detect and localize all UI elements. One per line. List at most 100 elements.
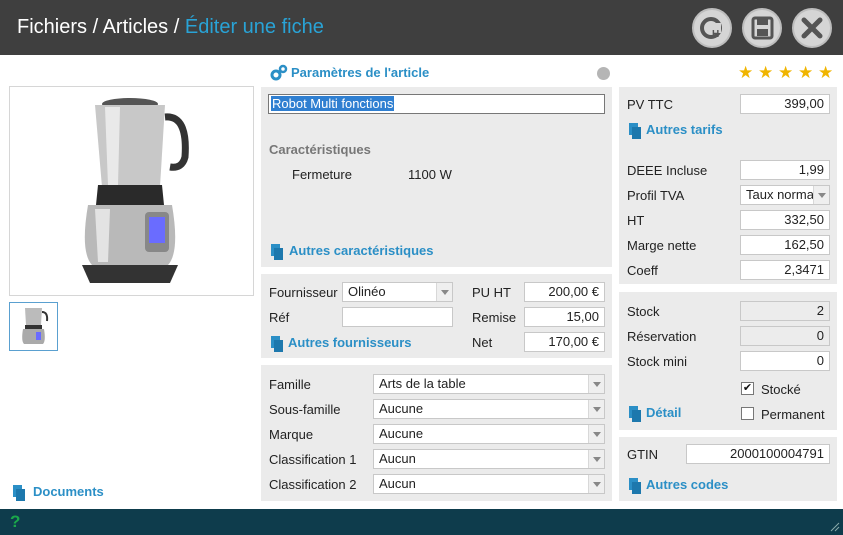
chevron-down-icon (588, 475, 604, 493)
thumbnail[interactable] (9, 302, 58, 351)
chevron-down-icon (436, 283, 452, 301)
sousfamille-value: Aucune (379, 401, 424, 416)
product-name-value: Robot Multi fonctions (271, 96, 395, 111)
status-dot (597, 67, 610, 80)
reservation-label: Réservation (627, 329, 697, 344)
svg-text:H: H (712, 29, 719, 40)
more-tarifs-icon (629, 123, 641, 139)
coeff-label: Coeff (627, 263, 658, 278)
marge-label: Marge nette (627, 238, 697, 253)
chevron-down-icon (588, 425, 604, 443)
remise-field[interactable]: 15,00 (524, 307, 605, 327)
resize-grip-icon[interactable] (830, 522, 840, 532)
detail-link[interactable]: Détail (646, 405, 681, 420)
product-image-frame (9, 86, 254, 296)
close-icon (801, 17, 823, 39)
title-bar: Fichiers / Articles / Éditer une fiche H (0, 0, 843, 55)
stocke-checkbox[interactable]: ✔ (741, 382, 754, 395)
documents-link[interactable]: Documents (33, 484, 104, 499)
sousfamille-select[interactable]: Aucune (373, 399, 605, 419)
coeff-field[interactable]: 2,3471 (740, 260, 830, 280)
thumbnail-image (22, 308, 49, 344)
more-suppliers-link[interactable]: Autres fournisseurs (288, 335, 412, 350)
net-label: Net (472, 335, 493, 350)
tva-label: Profil TVA (627, 188, 685, 203)
marque-label: Marque (269, 427, 314, 442)
more-characteristics-icon (271, 244, 283, 260)
marge-field[interactable]: 162,50 (740, 235, 830, 255)
permanent-label: Permanent (761, 407, 825, 422)
class2-label: Classification 2 (269, 477, 357, 492)
supplier-value: Olinéo (348, 284, 386, 299)
reservation-field: 0 (740, 326, 830, 346)
help-icon[interactable]: ? (10, 512, 20, 532)
star-icon[interactable]: ★ (738, 64, 753, 81)
supplier-select[interactable]: Olinéo (342, 282, 453, 302)
gtin-label: GTIN (627, 447, 659, 462)
chevron-down-icon (588, 400, 604, 418)
more-suppliers-icon (271, 336, 283, 352)
chevron-down-icon (588, 375, 604, 393)
star-icon[interactable]: ★ (778, 64, 793, 81)
stock-field: 2 (740, 301, 830, 321)
product-image (82, 98, 189, 283)
more-codes-icon (629, 478, 641, 494)
characteristic-value: 1100 W (408, 167, 452, 182)
supplier-label: Fournisseur (269, 285, 338, 300)
pvttc-field[interactable]: 399,00 (740, 94, 830, 114)
class2-select[interactable]: Aucun (373, 474, 605, 494)
tva-value: Taux normal (746, 187, 817, 202)
ref-label: Réf (269, 310, 290, 325)
ref-field[interactable] (342, 307, 453, 327)
deee-label: DEEE Incluse (627, 163, 708, 178)
marque-value: Aucune (379, 426, 424, 441)
famille-value: Arts de la table (379, 376, 466, 391)
chevron-down-icon (588, 450, 604, 468)
stock-mini-field[interactable]: 0 (740, 351, 830, 371)
gtin-field[interactable]: 2000100004791 (686, 444, 830, 464)
stocke-label: Stocké (761, 382, 801, 397)
deee-field[interactable]: 1,99 (740, 160, 830, 180)
class1-select[interactable]: Aucun (373, 449, 605, 469)
ht-label: HT (627, 213, 645, 228)
puht-field[interactable]: 200,00 € (524, 282, 605, 302)
breadcrumb-separator: / (173, 16, 180, 38)
star-icon[interactable]: ★ (758, 64, 773, 81)
save-button[interactable] (742, 8, 782, 48)
chevron-down-icon (813, 186, 829, 204)
marque-select[interactable]: Aucune (373, 424, 605, 444)
puht-label: PU HT (472, 285, 511, 300)
sousfamille-label: Sous-famille (269, 402, 341, 417)
documents-icon (13, 485, 25, 501)
ht-field[interactable]: 332,50 (740, 210, 830, 230)
history-button[interactable]: H (692, 8, 732, 48)
famille-label: Famille (269, 377, 311, 392)
permanent-checkbox[interactable] (741, 407, 754, 420)
close-button[interactable] (792, 8, 832, 48)
gears-icon (270, 64, 288, 81)
more-codes-link[interactable]: Autres codes (646, 477, 728, 492)
breadcrumb-current: Éditer une fiche (184, 16, 324, 38)
product-name-input[interactable]: Robot Multi fonctions (268, 94, 605, 114)
tva-select[interactable]: Taux normal (740, 185, 830, 205)
class2-value: Aucun (379, 476, 416, 491)
status-bar: ? (0, 509, 843, 535)
class1-label: Classification 1 (269, 452, 357, 467)
stock-mini-label: Stock mini (627, 354, 687, 369)
pvttc-label: PV TTC (627, 97, 673, 112)
more-tarifs-link[interactable]: Autres tarifs (646, 122, 723, 137)
detail-icon (629, 406, 641, 422)
characteristic-label: Fermeture (292, 167, 352, 182)
more-characteristics-link[interactable]: Autres caractéristiques (289, 243, 434, 258)
star-icon[interactable]: ★ (818, 64, 833, 81)
class1-value: Aucun (379, 451, 416, 466)
breadcrumb-separator: / (92, 16, 99, 38)
star-icon[interactable]: ★ (798, 64, 813, 81)
breadcrumb-articles[interactable]: Articles (103, 16, 169, 38)
params-title: Paramètres de l'article (291, 65, 430, 80)
remise-label: Remise (472, 310, 517, 325)
net-field[interactable]: 170,00 € (524, 332, 605, 352)
famille-select[interactable]: Arts de la table (373, 374, 605, 394)
breadcrumb-fichiers[interactable]: Fichiers (17, 16, 87, 38)
save-icon (751, 16, 774, 40)
